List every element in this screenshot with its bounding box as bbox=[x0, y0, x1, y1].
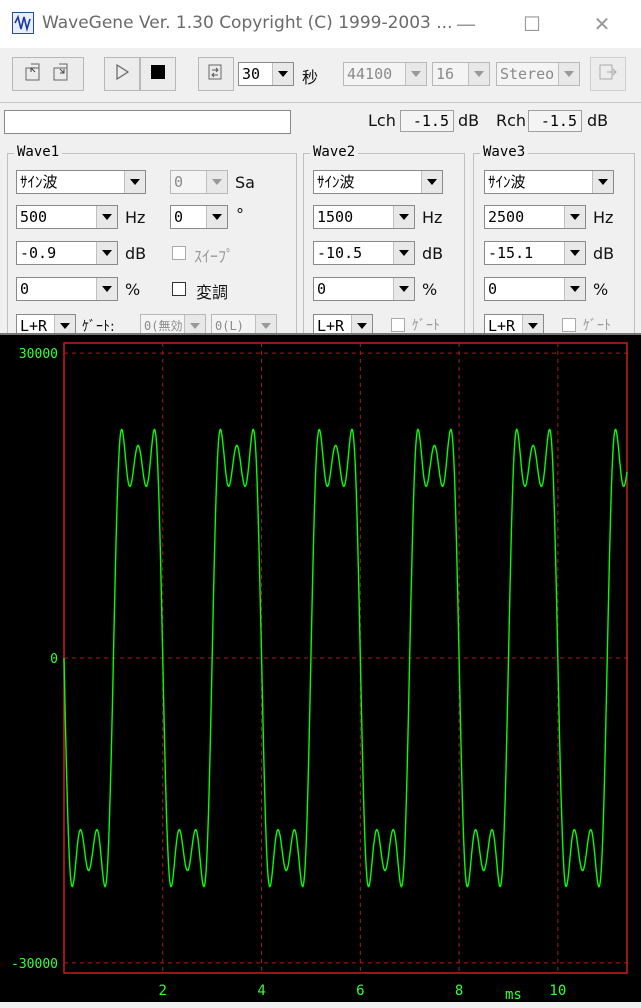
wave1-frequency-unit: Hz bbox=[125, 208, 146, 227]
app-icon bbox=[12, 12, 34, 34]
x-tick-label: 8 bbox=[455, 983, 463, 999]
lch-unit-label: dB bbox=[458, 111, 480, 130]
wave1-sa-select[interactable]: 0 bbox=[170, 170, 228, 194]
export-icon bbox=[597, 61, 619, 87]
wave1-phase-select[interactable]: 0 bbox=[170, 205, 228, 229]
toolbar: 30 秒 44100 16 Stereo bbox=[0, 48, 641, 103]
wave2-level-unit: dB bbox=[422, 244, 444, 263]
x-tick-label: 10 bbox=[549, 983, 566, 999]
wave1-sweep-label: ｽｲｰﾌﾟ bbox=[194, 247, 235, 266]
wave1-sa-label: Sa bbox=[235, 173, 255, 192]
y-tick-label: -30000 bbox=[11, 957, 58, 972]
x-axis-label: ms bbox=[505, 987, 522, 1003]
load-icon[interactable] bbox=[23, 61, 45, 87]
x-tick-label: 6 bbox=[356, 983, 364, 999]
wave2-type-select[interactable]: ｻｲﾝ波 bbox=[313, 170, 443, 194]
wave1-frequency-select[interactable]: 500 bbox=[16, 205, 118, 229]
y-tick-label: 0 bbox=[50, 652, 58, 667]
duration-select[interactable]: 30 bbox=[238, 62, 294, 86]
wave3-level-unit: dB bbox=[593, 244, 615, 263]
wave1-modulation-checkbox[interactable] bbox=[172, 282, 186, 296]
wave1-sweep-checkbox[interactable] bbox=[172, 246, 186, 260]
waveform-chart: 2 4 6 8 10 30000 0 -30000 ms bbox=[11, 342, 628, 1003]
wave1-level-unit: dB bbox=[125, 244, 147, 263]
rch-unit-label: dB bbox=[587, 111, 609, 130]
wave1-level-select[interactable]: -0.9 bbox=[16, 241, 118, 265]
title-bar: WaveGene Ver. 1.30 Copyright (C) 1999-20… bbox=[0, 0, 641, 48]
wave3-frequency-unit: Hz bbox=[593, 208, 614, 227]
wave3-duty-select[interactable]: 0 bbox=[484, 277, 586, 301]
wave1-duty-unit: % bbox=[125, 280, 141, 299]
wave2-frequency-unit: Hz bbox=[422, 208, 443, 227]
sample-rate-select[interactable]: 44100 bbox=[343, 62, 427, 86]
wave2-duty-select[interactable]: 0 bbox=[313, 277, 415, 301]
wave2-duty-unit: % bbox=[422, 280, 438, 299]
play-button[interactable] bbox=[104, 57, 140, 91]
wave2-gate-checkbox[interactable] bbox=[391, 318, 405, 332]
lch-level-display: -1.5 bbox=[400, 110, 454, 132]
save-icon[interactable] bbox=[51, 61, 73, 87]
loop-button[interactable] bbox=[198, 57, 234, 91]
wave1-duty-select[interactable]: 0 bbox=[16, 277, 118, 301]
comment-field[interactable] bbox=[4, 110, 291, 134]
wave3-level-select[interactable]: -15.1 bbox=[484, 241, 586, 265]
wave3-gate-label: ｹﾞｰﾄ bbox=[583, 318, 611, 334]
stop-icon bbox=[149, 63, 167, 85]
wave1-phase-unit: ° bbox=[236, 205, 244, 224]
waveform-display: 2 4 6 8 10 30000 0 -30000 ms bbox=[0, 333, 641, 1003]
file-buttons-group bbox=[12, 57, 84, 91]
wave3-frequency-select[interactable]: 2500 bbox=[484, 205, 586, 229]
close-button[interactable]: ✕ bbox=[588, 10, 616, 38]
wave3-duty-unit: % bbox=[593, 280, 609, 299]
wave1-type-select[interactable]: ｻｲﾝ波 bbox=[16, 170, 146, 194]
minimize-button[interactable]: — bbox=[452, 10, 480, 38]
x-tick-label: 2 bbox=[159, 983, 167, 999]
wave3-gate-checkbox[interactable] bbox=[562, 318, 576, 332]
wave3-type-select[interactable]: ｻｲﾝ波 bbox=[484, 170, 614, 194]
maximize-button[interactable]: ☐ bbox=[518, 10, 546, 38]
wave2-title: Wave2 bbox=[310, 144, 359, 160]
channels-select[interactable]: Stereo bbox=[496, 62, 580, 86]
lch-label: Lch bbox=[368, 111, 396, 130]
wave1-modulation-label: 変調 bbox=[196, 283, 229, 302]
y-tick-label: 30000 bbox=[19, 347, 58, 362]
rch-label: Rch bbox=[496, 111, 527, 130]
wave2-level-select[interactable]: -10.5 bbox=[313, 241, 415, 265]
wave1-title: Wave1 bbox=[14, 144, 63, 160]
play-icon bbox=[112, 62, 132, 86]
wave2-frequency-select[interactable]: 1500 bbox=[313, 205, 415, 229]
window-title: WaveGene Ver. 1.30 Copyright (C) 1999-20… bbox=[42, 13, 453, 33]
export-button[interactable] bbox=[590, 57, 626, 91]
stop-button[interactable] bbox=[140, 57, 176, 91]
duration-unit-label: 秒 bbox=[302, 68, 319, 87]
bit-depth-select[interactable]: 16 bbox=[432, 62, 490, 86]
rch-level-display: -1.5 bbox=[528, 110, 582, 132]
wave2-gate-label: ｹﾞｰﾄ bbox=[412, 318, 440, 334]
loop-icon bbox=[205, 61, 227, 87]
wave3-title: Wave3 bbox=[480, 144, 529, 160]
x-tick-label: 4 bbox=[257, 983, 265, 999]
